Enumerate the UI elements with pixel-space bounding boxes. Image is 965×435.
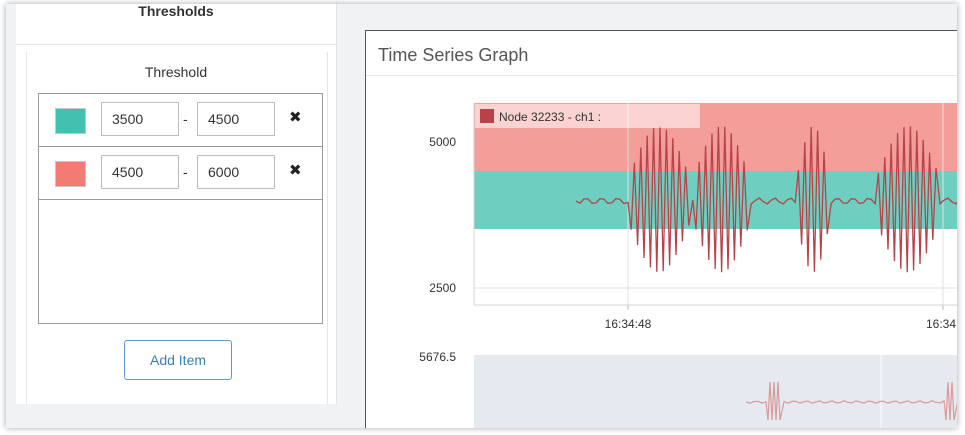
- threshold-to-input[interactable]: [197, 155, 275, 189]
- threshold-list: - ✖ - ✖: [38, 93, 323, 324]
- window-frame: Thresholds Threshold - ✖ - ✖ Add Item Ti…: [6, 4, 957, 428]
- time-series-panel: Time Series Graph Node 32233 - ch1 : 500…: [365, 30, 957, 428]
- overview-y-label: 5676.5: [419, 350, 456, 364]
- add-item-button[interactable]: Add Item: [124, 340, 232, 380]
- x-tick-label: 16:34:5: [926, 317, 957, 331]
- thresholds-panel: Thresholds Threshold - ✖ - ✖ Add Item: [16, 4, 337, 404]
- threshold-from-input[interactable]: [101, 155, 179, 189]
- range-separator: -: [183, 111, 188, 127]
- overview-chart[interactable]: [474, 355, 957, 428]
- legend-swatch: [480, 109, 494, 123]
- color-swatch[interactable]: [55, 108, 86, 134]
- threshold-row: - ✖: [39, 94, 322, 147]
- threshold-row: - ✖: [39, 147, 322, 200]
- threshold-from-input[interactable]: [101, 102, 179, 136]
- threshold-column-title: Threshold: [144, 64, 208, 80]
- threshold-to-input[interactable]: [197, 102, 275, 136]
- y-tick-label: 2500: [429, 281, 456, 295]
- x-tick-label: 16:34:48: [605, 317, 652, 331]
- range-separator: -: [183, 164, 188, 180]
- color-swatch[interactable]: [55, 161, 86, 187]
- threshold-band-lower: [474, 171, 957, 229]
- delete-icon[interactable]: ✖: [289, 108, 302, 126]
- panel-header: Thresholds: [16, 4, 336, 45]
- delete-icon[interactable]: ✖: [289, 161, 302, 179]
- y-tick-label: 5000: [429, 135, 456, 149]
- legend-label: Node 32233 - ch1 :: [499, 110, 601, 124]
- panel-title: Thresholds: [138, 4, 214, 19]
- time-series-chart[interactable]: Node 32233 - ch1 : 5000 2500 16:34:48 16…: [366, 31, 957, 428]
